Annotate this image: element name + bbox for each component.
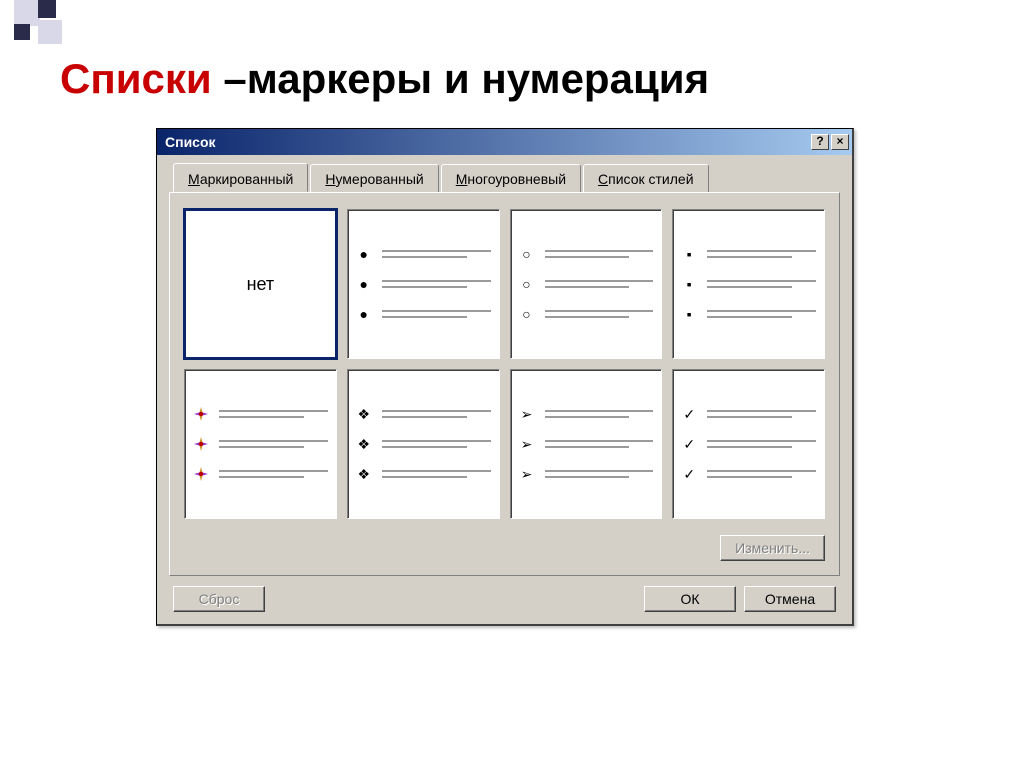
diamond-icon: ❖ [356, 436, 372, 452]
none-label: нет [247, 274, 275, 295]
check-icon: ✓ [681, 436, 697, 452]
slide-title-rest: –маркеры и нумерация [212, 55, 709, 102]
fourcolor-star-icon [193, 406, 209, 422]
fourcolor-star-icon [193, 466, 209, 482]
arrowhead-icon: ➢ [519, 436, 535, 452]
bottom-button-row: Сброс ОК Отмена [169, 586, 840, 612]
slide-title: Списки –маркеры и нумерация [60, 55, 709, 103]
ok-button[interactable]: ОК [644, 586, 736, 612]
disc-icon: ● [356, 306, 372, 322]
square-icon: ▪ [681, 276, 697, 292]
tab-numbered[interactable]: Нумерованный [310, 164, 438, 193]
preview-row: ● [356, 306, 491, 322]
bullet-options-grid: нет ● ● ● ○ ○ ○ ▪ ▪ ▪ [184, 209, 825, 519]
disc-icon: ● [356, 276, 372, 292]
modify-button[interactable]: Изменить... [720, 535, 825, 561]
bullet-option-disc[interactable]: ● ● ● [347, 209, 500, 359]
preview-row: ❖ [356, 406, 491, 422]
preview-row: ➢ [519, 406, 654, 422]
preview-row: ● [356, 276, 491, 292]
tab-strip: Маркированный Нумерованный Многоуровневы… [169, 163, 840, 192]
reset-button[interactable]: Сброс [173, 586, 265, 612]
preview-row: ❖ [356, 466, 491, 482]
bullet-option-square[interactable]: ▪ ▪ ▪ [672, 209, 825, 359]
dialog-body: Маркированный Нумерованный Многоуровневы… [157, 155, 852, 624]
square-icon: ▪ [681, 306, 697, 322]
titlebar: Список ? × [157, 129, 852, 155]
bullet-option-none[interactable]: нет [184, 209, 337, 359]
disc-icon: ● [356, 246, 372, 262]
help-button[interactable]: ? [811, 134, 829, 150]
preview-row: ➢ [519, 466, 654, 482]
arrowhead-icon: ➢ [519, 406, 535, 422]
circle-icon: ○ [519, 306, 535, 322]
bullet-option-arrowhead[interactable]: ➢ ➢ ➢ [510, 369, 663, 519]
slide-title-red: Списки [60, 55, 212, 102]
bullet-option-check[interactable]: ✓ ✓ ✓ [672, 369, 825, 519]
list-dialog: Список ? × Маркированный Нумерованный Мн… [156, 128, 854, 626]
close-button[interactable]: × [831, 134, 849, 150]
circle-icon: ○ [519, 246, 535, 262]
preview-row: ▪ [681, 246, 816, 262]
tab-styles[interactable]: Список стилей [583, 164, 709, 193]
preview-row: ○ [519, 276, 654, 292]
preview-row: ○ [519, 306, 654, 322]
preview-row: ▪ [681, 276, 816, 292]
check-icon: ✓ [681, 406, 697, 422]
dialog-title: Список [165, 134, 809, 150]
tab-panel-bulleted: нет ● ● ● ○ ○ ○ ▪ ▪ ▪ [169, 192, 840, 576]
check-icon: ✓ [681, 466, 697, 482]
bullet-option-fourcolor-star[interactable] [184, 369, 337, 519]
fourcolor-star-icon [193, 436, 209, 452]
preview-row: ❖ [356, 436, 491, 452]
circle-icon: ○ [519, 276, 535, 292]
preview-row: ● [356, 246, 491, 262]
diamond-icon: ❖ [356, 466, 372, 482]
arrowhead-icon: ➢ [519, 466, 535, 482]
square-icon: ▪ [681, 246, 697, 262]
diamond-icon: ❖ [356, 406, 372, 422]
preview-row [193, 436, 328, 452]
tab-multilevel[interactable]: Многоуровневый [441, 164, 581, 193]
preview-row [193, 406, 328, 422]
bullet-option-circle[interactable]: ○ ○ ○ [510, 209, 663, 359]
cancel-button[interactable]: Отмена [744, 586, 836, 612]
preview-row [193, 466, 328, 482]
preview-row: ✓ [681, 406, 816, 422]
preview-row: ○ [519, 246, 654, 262]
preview-row: ▪ [681, 306, 816, 322]
modify-row: Изменить... [184, 535, 825, 561]
preview-row: ✓ [681, 436, 816, 452]
tab-bulleted[interactable]: Маркированный [173, 163, 308, 192]
slide-decoration [0, 0, 90, 48]
bullet-option-diamond[interactable]: ❖ ❖ ❖ [347, 369, 500, 519]
preview-row: ➢ [519, 436, 654, 452]
preview-row: ✓ [681, 466, 816, 482]
